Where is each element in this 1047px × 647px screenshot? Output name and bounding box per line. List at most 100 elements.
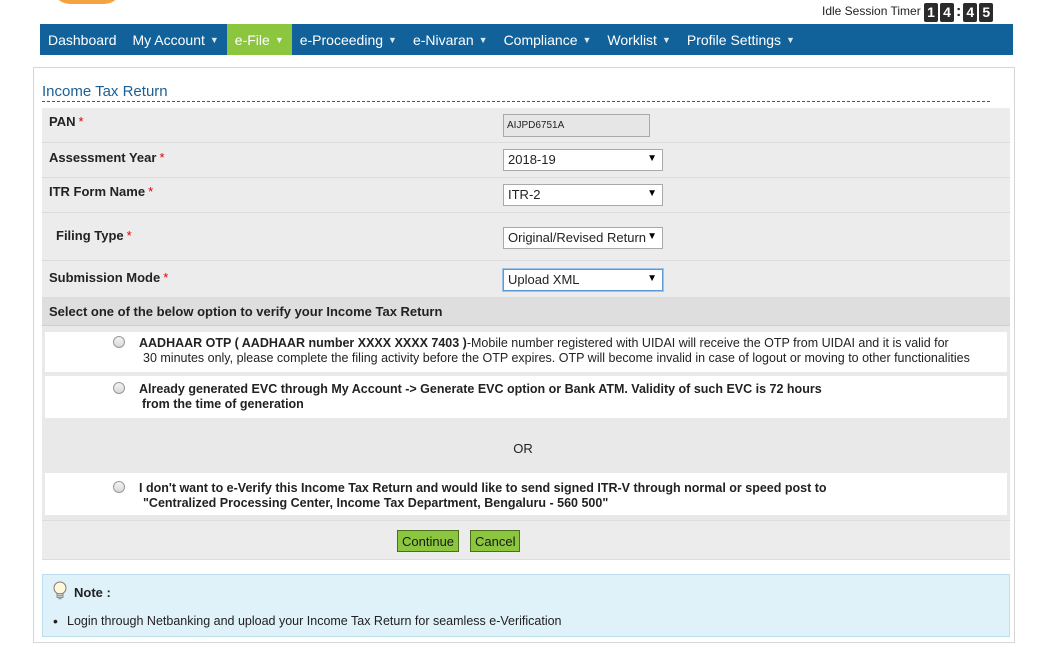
- verify-option-evc: Already generated EVC through My Account…: [45, 376, 1007, 418]
- pan-label-text: PAN: [49, 114, 76, 129]
- filing-type-label-text: Filing Type: [56, 228, 124, 243]
- required-marker: *: [148, 184, 154, 199]
- timer-digit: 5: [979, 3, 994, 22]
- pan-field-wrap: AIJPD6751A: [503, 114, 650, 137]
- chevron-down-icon: ▼: [274, 34, 284, 45]
- main-nav: Dashboard My Account ▼ e-File ▼ e-Proceedi…: [40, 24, 1013, 55]
- dropdown-arrow-icon: ▼: [647, 231, 657, 242]
- itr-form-row: ITR Form Name * ITR-2 ▼: [42, 178, 1010, 213]
- nav-e-nivaran[interactable]: e-Nivaran ▼: [405, 24, 496, 55]
- note-box: Note : Login through Netbanking and uplo…: [42, 574, 1010, 637]
- idle-session-timer: 1 4 : 4 5: [924, 2, 995, 23]
- itrv-line2: "Centralized Processing Center, Income T…: [143, 496, 609, 510]
- filing-type-wrap: Original/Revised Return ▼: [503, 227, 663, 249]
- nav-label: e-Nivaran: [412, 31, 474, 48]
- chevron-down-icon: ▼: [661, 34, 671, 45]
- submission-mode-label: Submission Mode *: [49, 270, 168, 285]
- filing-type-label: Filing Type *: [56, 228, 132, 243]
- itr-form-wrap: ITR-2 ▼: [503, 184, 663, 206]
- assessment-year-label-text: Assessment Year: [49, 150, 157, 165]
- or-separator: OR: [42, 423, 1010, 469]
- idle-session-label: Idle Session Timer: [822, 4, 921, 18]
- timer-digit: 4: [963, 3, 978, 22]
- timer-colon: :: [956, 3, 962, 20]
- assessment-year-label: Assessment Year *: [49, 150, 165, 165]
- itr-form-label: ITR Form Name *: [49, 184, 153, 199]
- logo: [52, 0, 122, 4]
- chevron-down-icon: ▼: [582, 34, 592, 45]
- note-item: Login through Netbanking and upload your…: [53, 613, 562, 629]
- submission-mode-select[interactable]: Upload XML ▼: [503, 269, 663, 291]
- verify-option-itrv: I don't want to e-Verify this Income Tax…: [45, 473, 1007, 515]
- nav-my-account[interactable]: My Account ▼: [125, 24, 227, 55]
- nav-label: e-Proceeding: [299, 31, 384, 48]
- aadhaar-otp-desc: -Mobile number registered with UIDAI wil…: [466, 336, 949, 350]
- filing-type-select[interactable]: Original/Revised Return ▼: [503, 227, 663, 249]
- timer-digit: 4: [940, 3, 954, 22]
- select-value: Upload XML: [508, 272, 580, 287]
- itrv-line1: I don't want to e-Verify this Income Tax…: [139, 481, 827, 495]
- button-row: Continue Cancel: [42, 521, 1010, 560]
- required-marker: *: [126, 228, 132, 243]
- chevron-down-icon: ▼: [478, 34, 488, 45]
- pan-row: PAN * AIJPD6751A: [42, 108, 1010, 143]
- nav-dashboard[interactable]: Dashboard: [40, 24, 125, 55]
- select-value: 2018-19: [508, 152, 556, 167]
- radio-evc[interactable]: [113, 382, 125, 394]
- verify-options: AADHAAR OTP ( AADHAAR number XXXX XXXX 7…: [42, 326, 1010, 521]
- submission-mode-wrap: Upload XML ▼: [503, 269, 663, 291]
- nav-label: Worklist: [607, 31, 657, 48]
- nav-compliance[interactable]: Compliance ▼: [496, 24, 600, 55]
- evc-text: Already generated EVC through My Account…: [139, 382, 822, 412]
- nav-label: My Account: [132, 31, 205, 48]
- itr-panel: Income Tax Return PAN * AIJPD6751A Assess…: [33, 67, 1015, 643]
- required-marker: *: [163, 270, 169, 285]
- pan-label: PAN *: [49, 114, 84, 129]
- nav-worklist[interactable]: Worklist ▼: [599, 24, 678, 55]
- verify-option-aadhaar: AADHAAR OTP ( AADHAAR number XXXX XXXX 7…: [45, 332, 1007, 372]
- chevron-down-icon: ▼: [388, 34, 397, 45]
- nav-e-file[interactable]: e-File ▼: [226, 24, 292, 55]
- radio-itrv-post[interactable]: [113, 481, 125, 493]
- cancel-button[interactable]: Cancel: [470, 530, 521, 552]
- assessment-year-row: Assessment Year * 2018-19 ▼: [42, 143, 1010, 178]
- required-marker: *: [159, 150, 165, 165]
- assessment-year-select[interactable]: 2018-19 ▼: [503, 149, 663, 171]
- filing-type-row: Filing Type * Original/Revised Return ▼: [42, 213, 1010, 261]
- nav-label: Compliance: [503, 31, 578, 48]
- radio-aadhaar-otp[interactable]: [113, 336, 125, 348]
- nav-label: Dashboard: [48, 31, 117, 48]
- itr-form-select[interactable]: ITR-2 ▼: [503, 184, 663, 206]
- itrv-text: I don't want to e-Verify this Income Tax…: [139, 481, 827, 511]
- aadhaar-otp-title: AADHAAR OTP ( AADHAAR number XXXX XXXX 7…: [139, 336, 467, 350]
- continue-button[interactable]: Continue: [397, 530, 460, 552]
- submission-mode-row: Submission Mode * Upload XML ▼: [42, 261, 1010, 298]
- itr-form-label-text: ITR Form Name: [49, 184, 146, 199]
- aadhaar-otp-text: AADHAAR OTP ( AADHAAR number XXXX XXXX 7…: [139, 336, 970, 366]
- page-title: Income Tax Return: [42, 83, 990, 102]
- select-value: Original/Revised Return: [508, 230, 647, 245]
- nav-profile-settings[interactable]: Profile Settings ▼: [679, 24, 803, 55]
- chevron-down-icon: ▼: [209, 34, 219, 45]
- dropdown-arrow-icon: ▼: [647, 188, 657, 199]
- dropdown-arrow-icon: ▼: [647, 153, 657, 164]
- select-value: ITR-2: [508, 187, 541, 202]
- evc-line1: Already generated EVC through My Account…: [139, 382, 822, 396]
- itr-form: PAN * AIJPD6751A Assessment Year * 2018-19…: [42, 108, 1010, 560]
- submission-mode-label-text: Submission Mode: [49, 270, 161, 285]
- nav-e-proceeding[interactable]: e-Proceeding ▼: [292, 24, 405, 55]
- lightbulb-icon: [53, 581, 67, 600]
- chevron-down-icon: ▼: [786, 34, 795, 45]
- assessment-year-wrap: 2018-19 ▼: [503, 149, 663, 171]
- nav-label: Profile Settings: [686, 31, 782, 48]
- dropdown-arrow-icon: ▼: [647, 273, 657, 284]
- required-marker: *: [78, 114, 84, 129]
- or-text: OR: [513, 441, 533, 456]
- nav-label: e-File: [234, 31, 270, 48]
- evc-line2: from the time of generation: [142, 397, 304, 411]
- pan-input[interactable]: AIJPD6751A: [503, 114, 650, 137]
- timer-digit: 1: [924, 3, 938, 22]
- aadhaar-otp-desc2: 30 minutes only, please complete the fil…: [143, 351, 970, 365]
- note-title: Note :: [74, 585, 111, 600]
- top-strip: Idle Session Timer 1 4 : 4 5: [0, 0, 1047, 24]
